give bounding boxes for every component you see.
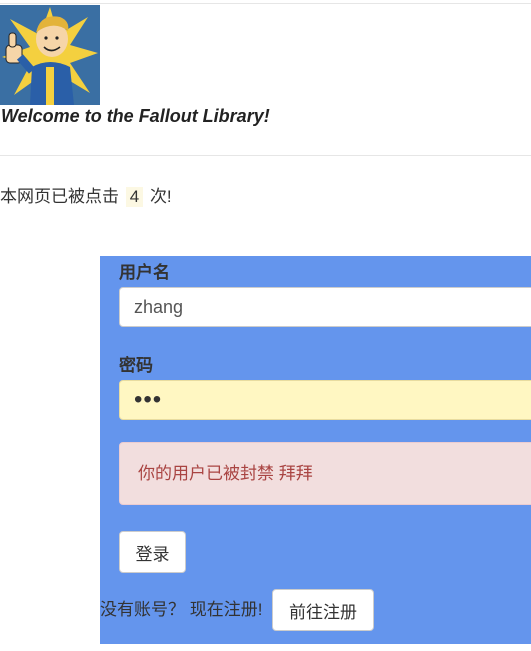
login-form: 用户名 密码 你的用户已被封禁 拜拜 登录 没有账号？ 现在注册! 前往注册 xyxy=(100,256,531,644)
password-label: 密码 xyxy=(119,356,153,375)
go-register-button[interactable]: 前往注册 xyxy=(272,589,374,631)
section-divider xyxy=(0,155,531,156)
register-prompt: 没有账号？ 现在注册! xyxy=(100,600,263,619)
username-input[interactable] xyxy=(119,287,531,327)
login-button[interactable]: 登录 xyxy=(119,531,186,573)
counter-value: 4 xyxy=(125,187,144,207)
password-input[interactable] xyxy=(119,380,531,420)
ban-error-alert: 你的用户已被封禁 拜拜 xyxy=(119,442,531,505)
top-divider xyxy=(0,3,531,4)
register-row: 没有账号？ 现在注册! 前往注册 xyxy=(100,589,531,631)
click-counter: 本网页已被点击 4 次! xyxy=(0,182,172,207)
welcome-heading: Welcome to the Fallout Library! xyxy=(1,106,270,126)
counter-suffix: 次! xyxy=(149,187,172,206)
username-label: 用户名 xyxy=(119,263,170,282)
counter-prefix: 本网页已被点击 xyxy=(0,187,119,206)
vault-boy-thumbs-up-icon xyxy=(0,5,100,105)
vault-boy-logo xyxy=(0,5,100,105)
